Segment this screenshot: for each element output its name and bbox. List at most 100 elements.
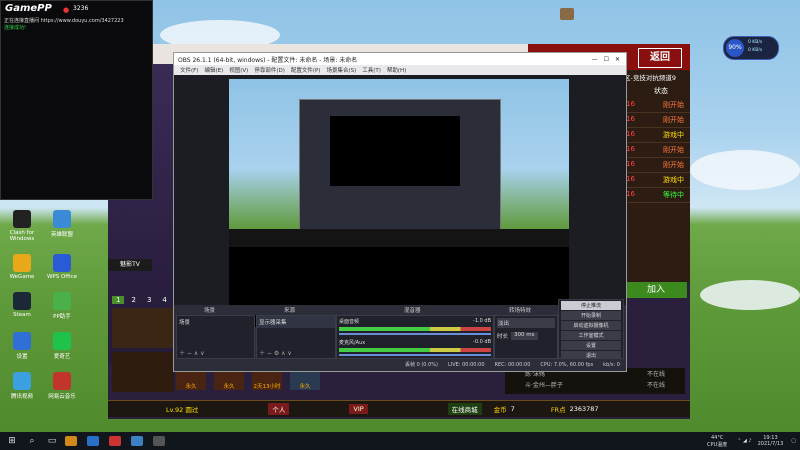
room-status: 刚开始 — [663, 146, 684, 154]
status-kbps: kb/s: 0 — [603, 361, 620, 368]
sources-dock-title: 来源 — [284, 308, 296, 314]
file-explorer-icon[interactable] — [65, 436, 77, 446]
taskbar: ⊞ ⌕ ▭ 44°C CPU温度 ⌃ ◢ ♪ 19:13 2021/7/13 ▢ — [0, 432, 800, 450]
control-button[interactable]: 停止推流 — [561, 301, 621, 310]
room-row[interactable]: 16 游戏中 — [620, 128, 690, 143]
room-row[interactable]: 16 等待中 — [620, 188, 690, 203]
close-icon[interactable]: ✕ — [615, 56, 620, 63]
windows-start-icon[interactable]: ⊞ — [4, 434, 20, 448]
app-icon — [53, 210, 71, 228]
game-tab[interactable]: 4 — [158, 296, 170, 304]
search-icon[interactable]: ⌕ — [24, 434, 40, 448]
desktop-icon[interactable]: 网易云音乐 — [42, 372, 82, 400]
app-taskbar-icon[interactable] — [131, 436, 143, 446]
source-item[interactable]: 显示器采集 — [257, 316, 335, 328]
app-icon — [13, 254, 31, 272]
net-meter[interactable]: 90% 0 KB/s 0 KB/s — [723, 36, 779, 60]
desktop-icon-label: 腾讯视频 — [10, 394, 33, 400]
control-button[interactable]: 工作室模式 — [561, 331, 621, 340]
desktop-icon[interactable]: PP助手 — [42, 292, 82, 320]
desktop-icon-label: WPS Office — [46, 274, 78, 280]
tray-icons[interactable]: ⌃ ◢ ♪ — [737, 438, 751, 444]
duration-input[interactable]: 300 ms — [511, 332, 538, 340]
obs-menu-item[interactable]: 工具(T) — [362, 66, 381, 74]
scene-toolbar[interactable]: ＋ − ∧ ∨ — [179, 348, 205, 357]
online-shop-button[interactable]: 在线商城 — [447, 403, 482, 415]
friend-row[interactable]: 斗·金州—胖子 不在线 — [505, 379, 685, 390]
game-thumbnail[interactable] — [112, 308, 174, 348]
room-row[interactable]: 16 刚开始 — [620, 143, 690, 158]
scene-item[interactable]: 场景 — [177, 316, 254, 328]
notification-icon[interactable]: ▢ — [791, 438, 796, 444]
camera-icon[interactable] — [560, 8, 574, 20]
app-icon — [53, 332, 71, 350]
room-row[interactable]: 16 游戏中 — [620, 173, 690, 188]
app-icon — [13, 332, 31, 350]
friend-name: 斗·金州—胖子 — [525, 382, 563, 389]
game-taskbar-icon[interactable] — [109, 436, 121, 446]
transition-select[interactable]: 淡出 — [497, 318, 555, 328]
app-icon — [13, 210, 31, 228]
room-row[interactable]: 16 刚开始 — [620, 113, 690, 128]
vip-button[interactable]: VIP — [349, 404, 368, 414]
desktop-icon[interactable]: 爱奇艺 — [42, 332, 82, 360]
obs-menu-item[interactable]: 停靠部件(D) — [254, 66, 285, 74]
obs-menu-item[interactable]: 文件(F) — [180, 66, 198, 74]
room-row[interactable]: 16 刚开始 — [620, 158, 690, 173]
desktop-icon-label: 爱奇艺 — [53, 354, 71, 360]
edge-icon[interactable] — [87, 436, 99, 446]
scenes-dock: 场景 ＋ − ∧ ∨ — [176, 315, 255, 359]
duration-label: 时长 — [497, 334, 509, 340]
obs-menu-item[interactable]: 帮助(H) — [387, 66, 406, 74]
desktop-icon[interactable]: WeGame — [2, 254, 42, 280]
obs-menu-item[interactable]: 视图(V) — [229, 66, 248, 74]
maximize-icon[interactable]: ☐ — [604, 56, 609, 63]
app-icon — [13, 292, 31, 310]
obs-menu-item[interactable]: 场景集合(S) — [326, 66, 356, 74]
room-status: 等待中 — [663, 191, 684, 199]
desktop-icon[interactable]: Clash for Windows — [2, 210, 42, 242]
game-tab[interactable]: 2 — [127, 296, 139, 304]
cloud — [690, 150, 800, 190]
desktop-icon[interactable]: 腾讯视频 — [2, 372, 42, 400]
desktop-icon[interactable]: Steam — [2, 292, 42, 320]
volume-slider[interactable] — [339, 354, 491, 356]
room-row[interactable]: 16 刚开始 — [620, 98, 690, 113]
game-bottom-bar: Lv.92 圆过 个人 VIP 在线商城 金币 7 FR点 2363787 — [108, 400, 690, 417]
game-tab[interactable]: 1 — [112, 296, 125, 304]
nested-obs-preview — [299, 99, 501, 231]
fr-value: 2363787 — [569, 405, 599, 413]
status-cpu: CPU: 7.0%, 60.00 fps — [540, 361, 594, 368]
clock[interactable]: 19:13 2021/7/13 — [758, 435, 784, 447]
control-button[interactable]: 设置 — [561, 341, 621, 350]
volume-slider[interactable] — [339, 333, 491, 335]
game-thumbnail[interactable] — [112, 352, 174, 392]
personal-button[interactable]: 个人 — [268, 403, 290, 415]
minimize-icon[interactable]: — — [592, 56, 598, 63]
source-toolbar[interactable]: ＋ − ⚙ ∧ ∨ — [259, 348, 292, 357]
obs-preview[interactable] — [229, 79, 569, 327]
record-icon: ● — [63, 6, 70, 14]
net-down: 0 KB/s — [748, 48, 763, 53]
task-view-icon[interactable]: ▭ — [44, 434, 60, 448]
room-list: 区-竞技对抗频道9 状态 16 刚开始 16 刚开始 16 游戏中 16 刚开始 16 刚开始 16… — [620, 70, 690, 282]
app-icon — [53, 292, 71, 310]
mixer-channel-value: -0.0 dB — [473, 339, 491, 345]
join-button[interactable]: 加入 — [625, 282, 687, 298]
obs-taskbar-icon[interactable] — [153, 436, 165, 446]
back-button[interactable]: 返回 — [638, 48, 682, 68]
control-button[interactable]: 开始录制 — [561, 311, 621, 320]
game-tab[interactable]: 3 — [143, 296, 155, 304]
obs-menu-item[interactable]: 编辑(E) — [204, 66, 223, 74]
room-id: 16 — [626, 100, 635, 108]
preview-taskbar — [229, 229, 569, 247]
control-button[interactable]: 启动虚拟摄像机 — [561, 321, 621, 330]
room-id: 16 — [626, 175, 635, 183]
room-id: 16 — [626, 190, 635, 198]
desktop-icon[interactable]: WPS Office — [42, 254, 82, 280]
mixer-channel-name: 麦克风/Aux — [339, 340, 366, 346]
obs-menu-item[interactable]: 配置文件(P) — [291, 66, 321, 74]
tv-label[interactable]: 魅影TV — [108, 259, 152, 271]
desktop-icon[interactable]: 设置 — [2, 332, 42, 360]
desktop-icon[interactable]: 英雄联盟 — [42, 210, 82, 242]
